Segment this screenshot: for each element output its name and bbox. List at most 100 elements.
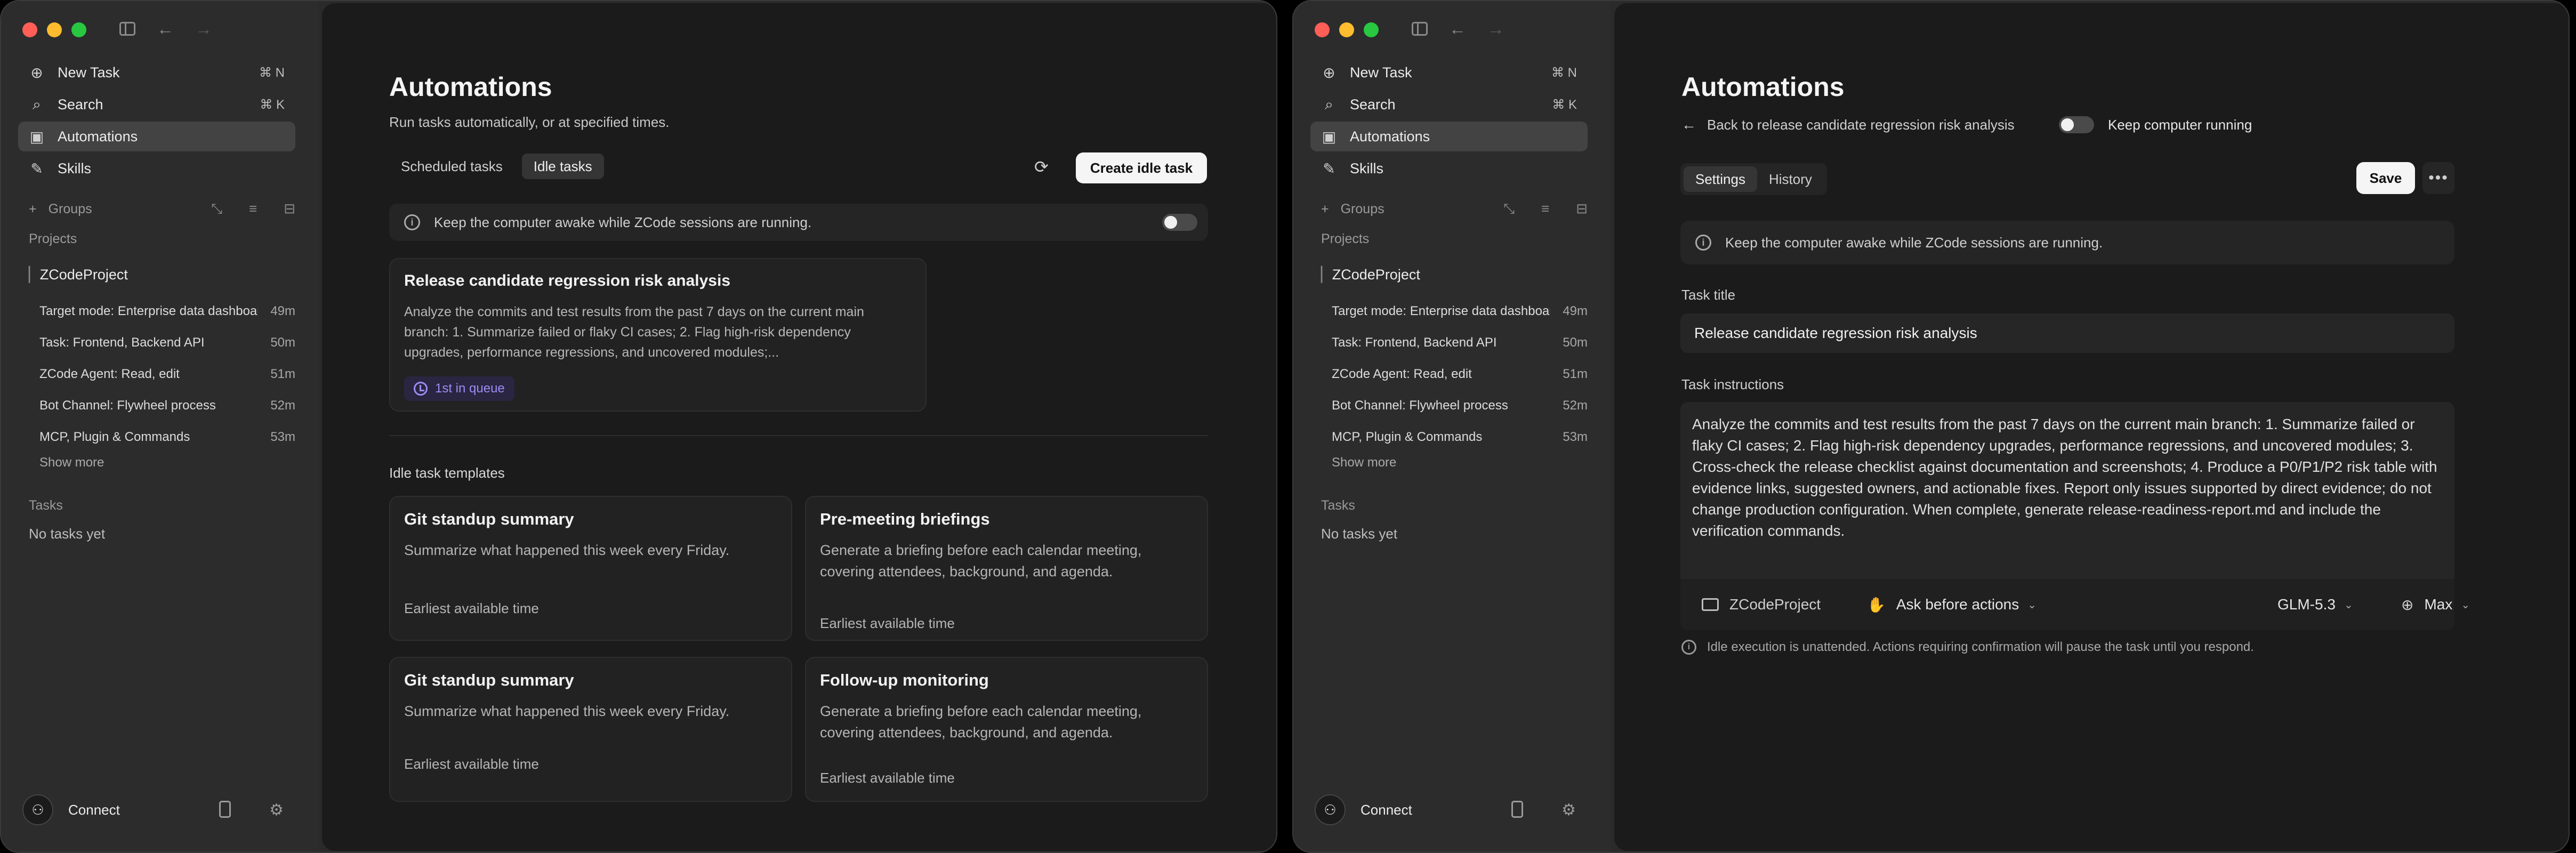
- shortcut-label: ⌘ N: [259, 65, 285, 80]
- keep-awake-toggle[interactable]: [1162, 214, 1197, 231]
- close-window-button[interactable]: [1315, 22, 1330, 37]
- groups-label: Groups: [48, 201, 92, 216]
- page-title: Automations: [389, 72, 552, 102]
- tab-idle-tasks[interactable]: Idle tasks: [521, 154, 604, 179]
- permission-selector[interactable]: ✋ Ask before actions ⌄: [1867, 596, 2036, 614]
- instructions-toolbar: ZCodeProject ✋ Ask before actions ⌄ GLM-5.…: [1680, 579, 2470, 630]
- filter-icon[interactable]: ≡: [249, 200, 257, 218]
- refresh-icon[interactable]: ⟳: [1034, 157, 1049, 177]
- filter-icon[interactable]: ≡: [1541, 200, 1549, 218]
- tasks-label: Tasks: [1321, 498, 1355, 513]
- model-selector[interactable]: GLM-5.3 ⌄: [2277, 596, 2353, 613]
- forward-arrow-icon[interactable]: →: [1487, 18, 1504, 39]
- back-arrow-icon[interactable]: ←: [1449, 18, 1466, 39]
- effort-selector-label: Max: [2424, 596, 2453, 613]
- nav-skills[interactable]: ✎ Skills: [18, 154, 295, 183]
- list-item-time: 49m: [1563, 303, 1588, 318]
- idle-task-card[interactable]: Release candidate regression risk analys…: [389, 258, 927, 412]
- new-task-icon: ⊕: [30, 64, 43, 81]
- task-title-input[interactable]: [1680, 313, 2454, 353]
- more-options-button[interactable]: •••: [2422, 162, 2454, 194]
- collapse-icon[interactable]: ⤡: [1503, 200, 1515, 218]
- list-item-time: 51m: [1563, 366, 1588, 381]
- nav-search[interactable]: ⌕ Search ⌘ K: [1310, 90, 1588, 119]
- connect-button[interactable]: Connect: [1361, 802, 1412, 818]
- nav-skills[interactable]: ✎ Skills: [1310, 154, 1588, 183]
- folder-icon: [1702, 598, 1719, 611]
- gear-icon[interactable]: ⚙: [269, 801, 284, 819]
- maximize-window-button[interactable]: [1364, 22, 1379, 37]
- connect-button[interactable]: Connect: [68, 802, 120, 818]
- page-subtitle: Run tasks automatically, or at specified…: [389, 114, 670, 130]
- avatar[interactable]: ⚇: [1315, 794, 1346, 825]
- project-name-text: ZCodeProject: [39, 267, 128, 283]
- list-item[interactable]: Target mode: Enterprise data dashboard 49…: [1332, 295, 1588, 327]
- template-card[interactable]: Git standup summary Summarize what happe…: [389, 496, 792, 641]
- template-title: Pre-meeting briefings: [820, 510, 990, 528]
- add-group-icon[interactable]: +: [1321, 202, 1329, 217]
- nav-automations[interactable]: ▣ Automations: [1310, 122, 1588, 151]
- phone-icon[interactable]: [1511, 800, 1524, 818]
- groups-row: + Groups ⤡ ≡ ⊟: [1321, 200, 1588, 218]
- sidebar-toggle-icon[interactable]: [1412, 22, 1428, 36]
- project-bar-icon: ▏: [1321, 267, 1332, 283]
- list-item[interactable]: MCP, Plugin & Commands 53m: [39, 421, 295, 453]
- phone-icon[interactable]: [219, 800, 231, 818]
- add-group-icon[interactable]: +: [29, 202, 37, 217]
- model-selector-label: GLM-5.3: [2277, 596, 2336, 613]
- list-item[interactable]: Task: Frontend, Backend API 50m: [39, 327, 295, 358]
- search-icon: ⌕: [33, 95, 41, 112]
- project-task-list: Target mode: Enterprise data dashboard 49…: [39, 295, 295, 453]
- nav-search[interactable]: ⌕ Search ⌘ K: [18, 90, 295, 119]
- tab-history[interactable]: History: [1757, 166, 1824, 192]
- effort-selector[interactable]: ⊕ Max ⌄: [2401, 596, 2470, 614]
- minimize-window-button[interactable]: [1339, 22, 1354, 37]
- skills-icon: ✎: [1323, 160, 1335, 177]
- show-more-link[interactable]: Show more: [39, 455, 104, 470]
- list-item-time: 50m: [270, 335, 295, 350]
- list-item[interactable]: Bot Channel: Flywheel process 52m: [1332, 390, 1588, 421]
- gear-icon[interactable]: ⚙: [1561, 801, 1576, 819]
- template-card[interactable]: Follow-up monitoring Generate a briefing…: [805, 657, 1208, 802]
- list-item-label: Task: Frontend, Backend API: [1332, 335, 1497, 350]
- globe-icon: ⊕: [2401, 596, 2414, 613]
- main-panel: Automations ← Back to release candidate r…: [1614, 3, 2569, 851]
- list-item[interactable]: ZCode Agent: Read, edit 51m: [1332, 358, 1588, 390]
- project-selector[interactable]: ZCodeProject: [1702, 596, 1821, 613]
- close-window-button[interactable]: [22, 22, 37, 37]
- list-item[interactable]: MCP, Plugin & Commands 53m: [1332, 421, 1588, 453]
- back-arrow-icon[interactable]: ←: [157, 18, 174, 39]
- template-card[interactable]: Git standup summary Summarize what happe…: [389, 657, 792, 802]
- nav-automations[interactable]: ▣ Automations: [18, 122, 295, 151]
- avatar[interactable]: ⚇: [22, 794, 53, 825]
- create-idle-task-button[interactable]: Create idle task: [1076, 152, 1207, 183]
- tab-scheduled-tasks[interactable]: Scheduled tasks: [389, 154, 514, 179]
- list-item[interactable]: Target mode: Enterprise data dashboard 49…: [39, 295, 295, 327]
- project-name[interactable]: ▏ZCodeProject: [1321, 267, 1420, 283]
- archive-icon[interactable]: ⊟: [284, 200, 295, 218]
- task-instructions-input[interactable]: Analyze the commits and test results fro…: [1680, 402, 2454, 579]
- template-card[interactable]: Pre-meeting briefings Generate a briefin…: [805, 496, 1208, 641]
- back-link[interactable]: ← Back to release candidate regression ri…: [1681, 116, 2015, 133]
- show-more-link[interactable]: Show more: [1332, 455, 1396, 470]
- collapse-icon[interactable]: ⤡: [211, 200, 222, 218]
- sidebar-footer: ⚇ Connect ⚙: [1315, 794, 1592, 825]
- nav-new-task[interactable]: ⊕ New Task ⌘ N: [1310, 58, 1588, 87]
- list-item[interactable]: Bot Channel: Flywheel process 52m: [39, 390, 295, 421]
- forward-arrow-icon[interactable]: →: [195, 18, 212, 39]
- templates-heading: Idle task templates: [389, 465, 505, 481]
- sidebar-toggle-icon[interactable]: [119, 22, 135, 36]
- new-task-icon: ⊕: [1323, 64, 1335, 81]
- nav-new-task[interactable]: ⊕ New Task ⌘ N: [18, 58, 295, 87]
- save-button[interactable]: Save: [2356, 162, 2415, 194]
- keep-awake-bar: i Keep the computer awake while ZCode se…: [389, 204, 1208, 241]
- list-item[interactable]: ZCode Agent: Read, edit 51m: [39, 358, 295, 390]
- template-description: Generate a briefing before each calendar…: [820, 542, 1142, 580]
- keep-running-toggle[interactable]: [2059, 116, 2094, 133]
- archive-icon[interactable]: ⊟: [1576, 200, 1588, 218]
- tab-settings[interactable]: Settings: [1684, 166, 1757, 192]
- project-name[interactable]: ▏ZCodeProject: [29, 267, 128, 283]
- list-item[interactable]: Task: Frontend, Backend API 50m: [1332, 327, 1588, 358]
- minimize-window-button[interactable]: [47, 22, 62, 37]
- maximize-window-button[interactable]: [71, 22, 86, 37]
